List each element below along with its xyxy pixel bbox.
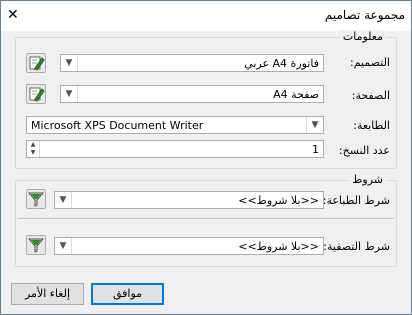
chevron-down-icon[interactable]: ▼ <box>61 86 78 102</box>
chevron-down-icon[interactable]: ▼ <box>55 192 72 208</box>
chevron-down-icon[interactable]: ▼ <box>55 238 72 254</box>
filter-condition-combo[interactable]: <<بلا شروط>> ▼ <box>54 237 324 255</box>
stepper-buttons[interactable]: ▲ ▼ <box>27 141 40 157</box>
chevron-down-icon[interactable]: ▼ <box>306 117 323 133</box>
filter-funnel-icon <box>27 238 45 253</box>
printer-value: Microsoft XPS Document Writer <box>31 119 204 132</box>
filter-condition-label: شرط التصفية: <box>323 240 390 253</box>
edit-pencil-icon <box>29 56 45 71</box>
page-label: الصفحة: <box>351 89 390 102</box>
stepper-up-icon[interactable]: ▲ <box>27 141 39 149</box>
filter-condition-filter-button[interactable] <box>26 235 46 255</box>
edit-pencil-icon <box>29 87 45 102</box>
window-title: مجموعة تصاميم <box>324 8 405 22</box>
copies-value: 1 <box>312 143 319 156</box>
info-group: معلومات التصميم: فاتورة A4 عربي ▼ الصفحة… <box>15 30 397 169</box>
stepper-down-icon[interactable]: ▼ <box>27 149 39 157</box>
info-group-legend: معلومات <box>339 30 386 43</box>
close-icon[interactable]: ✕ <box>7 8 19 22</box>
title-bar: مجموعة تصاميم ✕ <box>1 1 411 31</box>
cancel-button[interactable]: إلغاء الأمر <box>11 283 84 305</box>
design-label: التصميم: <box>350 56 390 69</box>
print-condition-label: شرط الطباعة: <box>322 194 390 207</box>
design-combo[interactable]: فاتورة A4 عربي ▼ <box>60 54 324 72</box>
print-condition-combo[interactable]: <<بلا شروط>> ▼ <box>54 191 324 209</box>
printer-combo[interactable]: Microsoft XPS Document Writer ▼ <box>26 116 324 134</box>
ok-button[interactable]: موافق <box>91 283 164 305</box>
dialog-window: مجموعة تصاميم ✕ معلومات التصميم: فاتورة … <box>0 0 412 315</box>
conditions-group: شروط شرط الطباعة: <<بلا شروط>> ▼ شرط الت… <box>15 173 397 267</box>
chevron-down-icon[interactable]: ▼ <box>61 55 78 71</box>
conditions-group-legend: شروط <box>349 173 386 186</box>
copies-label: عدد النسخ: <box>338 144 390 157</box>
print-condition-filter-button[interactable] <box>26 189 46 209</box>
filter-funnel-icon <box>27 192 45 207</box>
design-value: فاتورة A4 عربي <box>244 57 319 70</box>
page-value: صفحة A4 <box>273 88 319 101</box>
conditions-separator <box>18 218 394 219</box>
print-condition-value: <<بلا شروط>> <box>238 194 319 207</box>
edit-design-button[interactable] <box>26 53 46 73</box>
page-combo[interactable]: صفحة A4 ▼ <box>60 85 324 103</box>
edit-page-button[interactable] <box>26 84 46 104</box>
printer-label: الطابعة: <box>353 119 390 132</box>
copies-stepper[interactable]: ▲ ▼ 1 <box>26 140 324 158</box>
filter-condition-value: <<بلا شروط>> <box>238 240 319 253</box>
